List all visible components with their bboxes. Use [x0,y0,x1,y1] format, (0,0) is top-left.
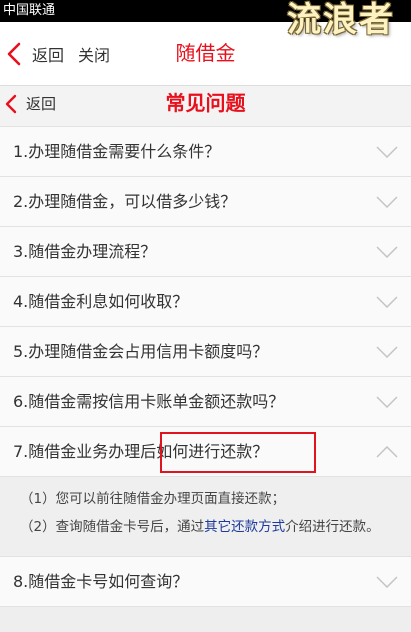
chevron-down-icon [376,296,398,308]
faq-question: 3.随借金办理流程？ [13,242,157,261]
chevron-down-icon [376,196,398,208]
faq-list: 1.办理随借金需要什么条件？ 2.办理随借金，可以借多少钱？ 3.随借金办理流程… [0,127,411,607]
faq-item[interactable]: 1.办理随借金需要什么条件？ [0,127,411,177]
faq-item[interactable]: 3.随借金办理流程？ [0,227,411,277]
chevron-left-icon [7,42,21,65]
chevron-down-icon [376,246,398,258]
close-button-label: 关闭 [78,45,111,65]
chevron-down-icon [376,396,398,408]
faq-item[interactable]: 4.随借金利息如何收取？ [0,277,411,327]
faq-question: 4.随借金利息如何收取？ [13,292,189,311]
carrier-label: 中国联通 [3,3,56,18]
watermark: 流浪者 [287,0,395,40]
faq-item-expanded[interactable]: 7.随借金业务办理后如何进行还款？ [0,427,411,477]
faq-item[interactable]: 5.办理随借金会占用信用卡额度吗？ [0,327,411,377]
answer-line-2-prefix: （2）查询随借金卡号后，通过 [20,519,205,535]
answer-line-1: （1）您可以前往随借金办理页面直接还款； [20,491,286,507]
sub-nav-bar: 返回 常见问题 [0,86,411,127]
faq-question: 7.随借金业务办理后如何进行还款？ [13,442,269,461]
section-title: 常见问题 [165,91,246,115]
back-button[interactable]: 返回 [7,22,64,85]
faq-question: 8.随借金卡号如何查询？ [13,572,189,591]
chevron-up-icon [376,446,398,458]
faq-question: 1.办理随借金需要什么条件？ [13,142,221,161]
faq-item[interactable]: 2.办理随借金，可以借多少钱？ [0,177,411,227]
faq-question: 6.随借金需按信用卡账单金额还款吗？ [13,392,285,411]
sub-back-button-label: 返回 [26,95,57,113]
close-button[interactable]: 关闭 [78,22,110,85]
sub-back-button[interactable]: 返回 [5,86,56,121]
back-button-label: 返回 [32,45,65,65]
faq-question: 5.办理随借金会占用信用卡额度吗？ [13,342,269,361]
chevron-left-icon [5,94,17,113]
faq-item[interactable]: 8.随借金卡号如何查询？ [0,557,411,607]
other-repayment-methods-link[interactable]: 其它还款方式 [204,519,285,535]
answer-line-2: （2）查询随借金卡号后，通过其它还款方式介绍进行还款。 [20,513,411,541]
faq-answer: （1）您可以前往随借金办理页面直接还款； （2）查询随借金卡号后，通过其它还款方… [0,477,411,557]
answer-line-2-suffix: 介绍进行还款。 [285,519,380,535]
chevron-down-icon [376,146,398,158]
chevron-down-icon [376,346,398,358]
chevron-down-icon [376,576,398,588]
faq-item[interactable]: 6.随借金需按信用卡账单金额还款吗？ [0,377,411,427]
faq-question: 2.办理随借金，可以借多少钱？ [13,192,237,211]
